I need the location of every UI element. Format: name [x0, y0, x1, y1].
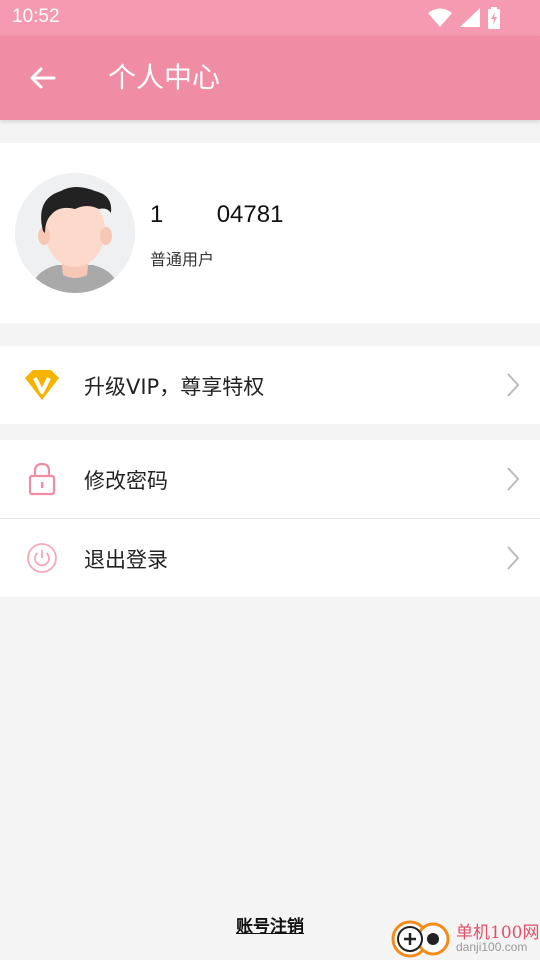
logout-item[interactable]: 退出登录: [0, 519, 540, 597]
vip-diamond-icon: [22, 365, 62, 405]
page-title: 个人中心: [108, 61, 221, 94]
username: 1 04781: [150, 201, 284, 228]
watermark-logo-icon: [391, 920, 450, 958]
watermark-url: danji100.com: [456, 940, 528, 954]
logout-label: 退出登录: [84, 548, 168, 572]
back-button[interactable]: [22, 60, 62, 96]
upgrade-vip-label: 升级VIP，尊享特权: [84, 375, 265, 399]
user-type: 普通用户: [150, 250, 215, 269]
avatar-illustration: [15, 173, 135, 293]
power-icon: [22, 538, 62, 578]
lock-icon: [22, 459, 62, 499]
battery-icon: [488, 7, 500, 29]
app-bar: 个人中心: [0, 36, 540, 120]
status-icons: [428, 7, 500, 29]
wifi-icon: [428, 8, 452, 27]
change-password-label: 修改密码: [84, 469, 168, 493]
signal-icon: [460, 8, 480, 27]
arrow-left-icon: [30, 67, 56, 89]
chevron-right-icon: [507, 546, 520, 570]
status-bar: 10:52: [0, 0, 540, 36]
upgrade-vip-item[interactable]: 升级VIP，尊享特权: [0, 346, 540, 424]
status-time: 10:52: [12, 6, 60, 27]
watermark: 单机100网 danji100.com: [388, 914, 540, 960]
chevron-right-icon: [507, 467, 520, 491]
avatar[interactable]: [15, 173, 135, 293]
change-password-item[interactable]: 修改密码: [0, 440, 540, 518]
chevron-right-icon: [507, 373, 520, 397]
profile-card: 1 04781 普通用户: [0, 143, 540, 323]
